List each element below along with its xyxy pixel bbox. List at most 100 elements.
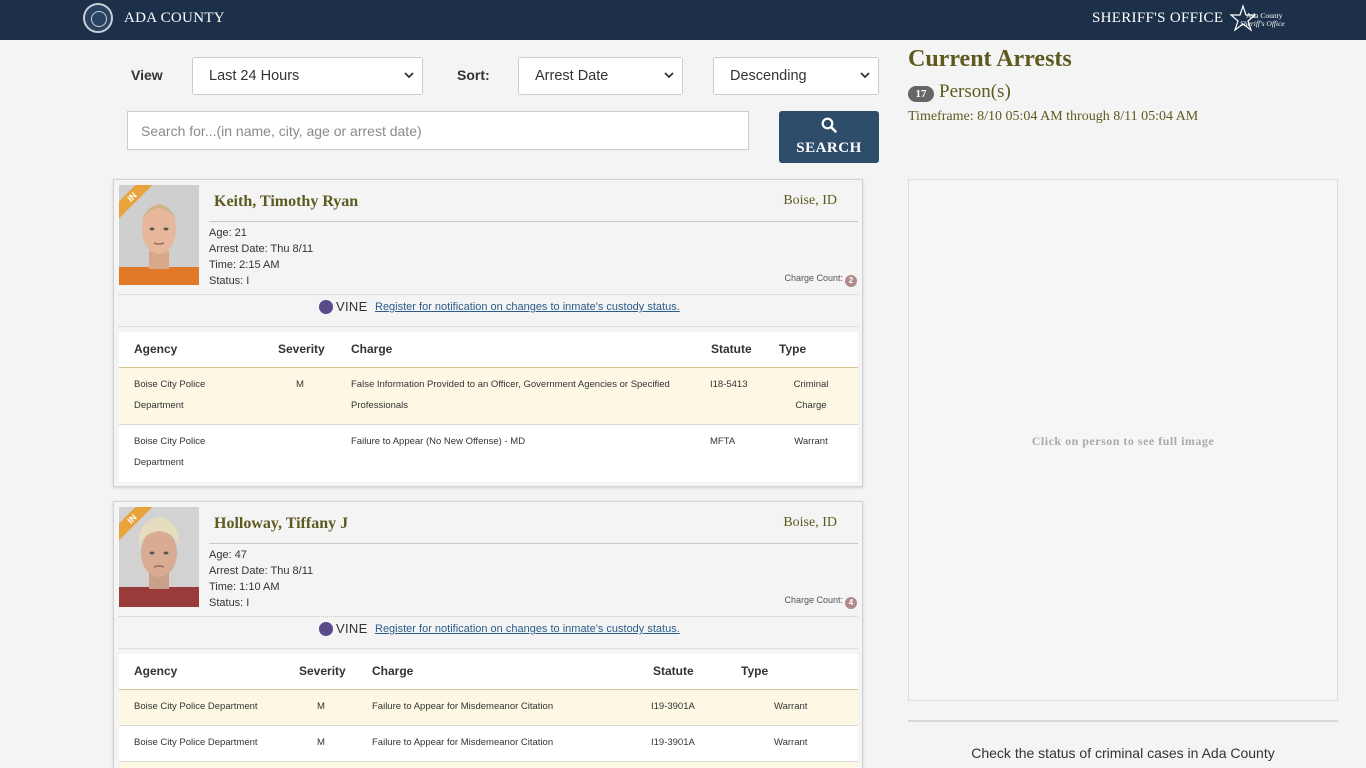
sort-select[interactable]: Arrest Date — [518, 57, 683, 95]
case-status-link[interactable]: Check the status of criminal cases in Ad… — [908, 745, 1338, 761]
image-preview-panel: Click on person to see full image — [908, 179, 1338, 701]
status-ribbon: IN — [119, 507, 163, 551]
view-label: View — [131, 67, 163, 83]
mugshot-photo[interactable]: IN — [119, 185, 199, 285]
order-select-value: Descending — [730, 68, 807, 84]
person-status: Status: I — [209, 597, 250, 609]
divider — [209, 543, 858, 544]
column-header-charge: Charge — [372, 664, 414, 678]
table-row: Boise City Police Department M Failure t… — [119, 689, 858, 725]
cell-statute: I19-3901A — [651, 737, 695, 748]
cell-severity: M — [317, 737, 325, 748]
charge-count: Charge Count: 2 — [784, 273, 857, 287]
order-select[interactable]: Descending — [713, 57, 879, 95]
charge-count-badge: 4 — [845, 597, 857, 609]
table-row: Boise City Police Department Failure to … — [119, 424, 858, 482]
arrest-card[interactable]: IN Holloway, Tiffany J Boise, ID Age: 47… — [113, 501, 863, 768]
vine-logo-icon — [319, 300, 333, 314]
column-header-severity: Severity — [278, 342, 325, 356]
cell-severity: M — [317, 701, 325, 712]
cell-statute: I18-5413 — [710, 379, 748, 390]
preview-hint: Click on person to see full image — [1031, 434, 1215, 448]
cell-type: Warrant — [794, 436, 828, 447]
cell-severity: M — [296, 379, 304, 390]
sheriff-office-title[interactable]: SHERIFF'S OFFICE — [1092, 10, 1223, 27]
page-title: Current Arrests — [908, 46, 1072, 72]
person-city: Boise, ID — [783, 515, 837, 530]
status-ribbon-label: IN — [119, 185, 159, 224]
cell-agency: Boise City Police Department — [134, 436, 206, 468]
vine-register-link[interactable]: Register for notification on changes to … — [375, 301, 680, 313]
top-navigation-bar: ADA COUNTY SHERIFF'S OFFICE Ada County S… — [0, 0, 1366, 40]
table-row: Boise City Police Department M False Inf… — [119, 367, 858, 424]
cell-type: Warrant — [774, 701, 808, 712]
charge-count: Charge Count: 4 — [784, 595, 857, 609]
person-count-badge: 17 — [908, 86, 934, 102]
column-header-agency: Agency — [134, 664, 178, 678]
charges-table: Agency Severity Charge Statute Type Bois… — [119, 332, 858, 482]
search-input[interactable]: Search for...(in name, city, age or arre… — [127, 111, 749, 150]
charges-table: Agency Severity Charge Statute Type Bois… — [119, 654, 858, 768]
county-title[interactable]: ADA COUNTY — [124, 10, 225, 27]
charge-count-label: Charge Count: — [784, 595, 843, 605]
arrest-card[interactable]: IN Keith, Timothy Ryan Boise, ID Age: 21… — [113, 179, 863, 487]
person-status: Status: I — [209, 275, 250, 287]
view-select[interactable]: Last 24 Hours — [192, 57, 423, 95]
table-row — [119, 761, 858, 768]
logo-line-2: Sheriff's Office — [1240, 19, 1285, 28]
view-select-value: Last 24 Hours — [209, 68, 300, 84]
chevron-down-icon — [664, 72, 674, 79]
divider — [119, 616, 858, 617]
person-arrest-date: Arrest Date: Thu 8/11 — [209, 243, 314, 255]
cell-agency: Boise City Police Department — [134, 379, 206, 411]
charge-count-label: Charge Count: — [784, 273, 843, 283]
column-header-charge: Charge — [351, 342, 393, 356]
vine-register-link[interactable]: Register for notification on changes to … — [375, 623, 680, 635]
person-age: Age: 47 — [209, 549, 247, 561]
cell-charge: False Information Provided to an Officer… — [351, 379, 670, 411]
search-button-label: SEARCH — [796, 140, 862, 156]
column-header-type: Type — [741, 664, 769, 678]
county-seal-icon[interactable] — [83, 3, 113, 33]
table-row: Boise City Police Department M Failure t… — [119, 725, 858, 761]
search-button[interactable]: SEARCH — [779, 111, 879, 163]
divider — [908, 720, 1338, 722]
sort-select-value: Arrest Date — [535, 68, 609, 84]
sheriff-logo-icon[interactable]: Ada County Sheriff's Office — [1228, 4, 1286, 34]
search-icon — [821, 117, 837, 133]
column-header-statute: Statute — [653, 664, 694, 678]
column-header-agency: Agency — [134, 342, 178, 356]
cell-charge: Failure to Appear (No New Offense) - MD — [351, 436, 526, 447]
cell-type: Criminal Charge — [793, 379, 829, 411]
cell-charge: Failure to Appear for Misdemeanor Citati… — [372, 737, 554, 748]
person-age: Age: 21 — [209, 227, 247, 239]
cell-charge: Failure to Appear for Misdemeanor Citati… — [372, 701, 554, 712]
chevron-down-icon — [860, 72, 870, 79]
divider — [119, 294, 858, 295]
person-info: Age: 47 Arrest Date: Thu 8/11 Time: 1:10… — [209, 547, 313, 611]
vine-logo-icon — [319, 622, 333, 636]
divider — [209, 221, 858, 222]
sort-label: Sort: — [457, 67, 490, 83]
mugshot-photo[interactable]: IN — [119, 507, 199, 607]
cell-statute: I19-3901A — [651, 701, 695, 712]
vine-logo-text: VINE — [336, 621, 368, 636]
charge-count-badge: 2 — [845, 275, 857, 287]
timeframe-text: Timeframe: 8/10 05:04 AM through 8/11 05… — [908, 109, 1199, 124]
person-arrest-time: Time: 2:15 AM — [209, 259, 280, 271]
cell-agency: Boise City Police Department — [134, 701, 258, 712]
column-header-type: Type — [779, 342, 807, 356]
divider — [119, 648, 858, 649]
person-info: Age: 21 Arrest Date: Thu 8/11 Time: 2:15… — [209, 225, 313, 289]
status-ribbon: IN — [119, 185, 163, 229]
cell-agency: Boise City Police Department — [134, 737, 258, 748]
persons-label: Person(s) — [939, 81, 1011, 102]
status-ribbon-label: IN — [119, 507, 159, 546]
person-arrest-time: Time: 1:10 AM — [209, 581, 280, 593]
column-header-statute: Statute — [711, 342, 752, 356]
cell-type: Warrant — [774, 737, 808, 748]
cell-statute: MFTA — [710, 436, 736, 447]
column-header-severity: Severity — [299, 664, 346, 678]
person-name[interactable]: Keith, Timothy Ryan — [214, 193, 358, 211]
person-name[interactable]: Holloway, Tiffany J — [214, 515, 348, 533]
